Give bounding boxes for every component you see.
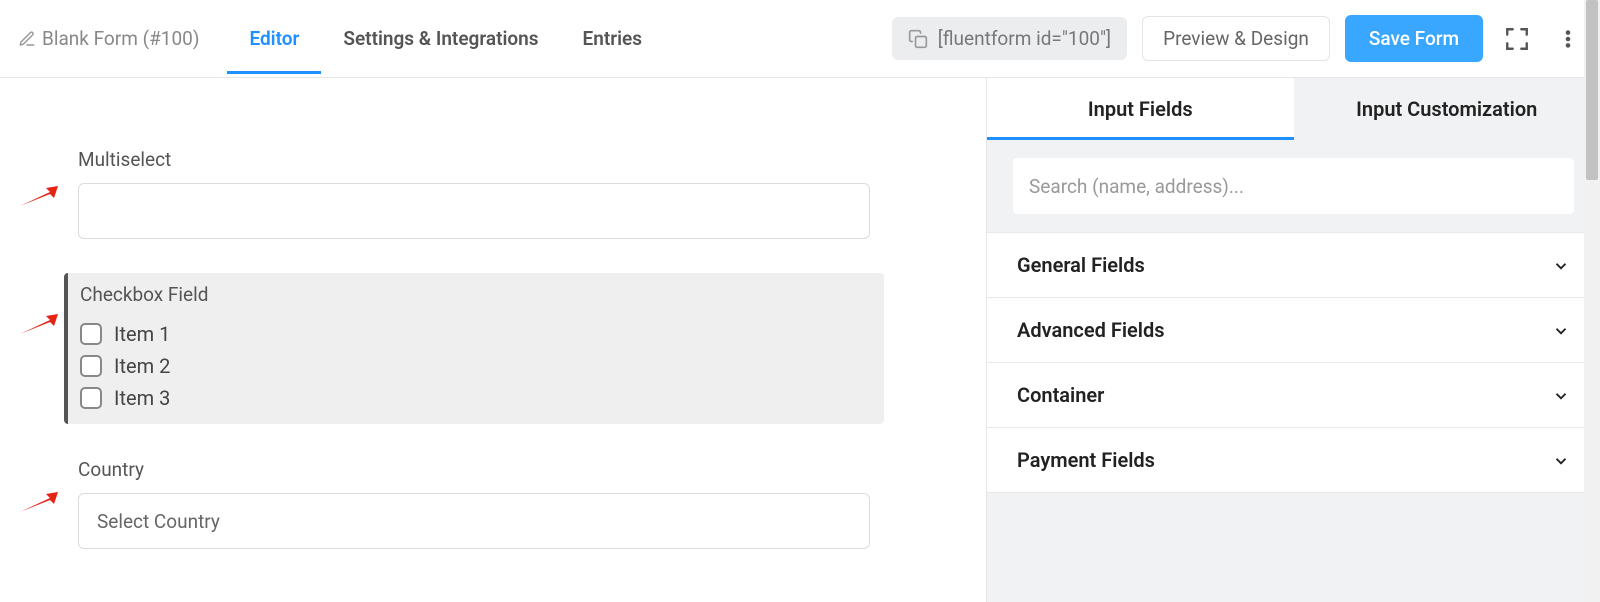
group-payment-fields[interactable]: Payment Fields	[987, 428, 1600, 493]
group-label: Advanced Fields	[1017, 318, 1165, 342]
scrollbar[interactable]	[1584, 0, 1600, 602]
sidebar-tab-input-fields[interactable]: Input Fields	[987, 78, 1294, 140]
form-canvas: Multiselect Checkbox Field Item 1 Item 2…	[0, 78, 986, 602]
checkbox-option[interactable]: Item 3	[80, 382, 870, 414]
field-label: Country	[78, 458, 870, 481]
shortcode-button[interactable]: [fluentform id="100"]	[892, 17, 1127, 60]
sidebar-tabs: Input Fields Input Customization	[987, 78, 1600, 140]
checkbox-option[interactable]: Item 2	[80, 350, 870, 382]
group-label: Payment Fields	[1017, 448, 1155, 472]
field-multiselect[interactable]: Multiselect	[64, 138, 884, 249]
group-label: General Fields	[1017, 253, 1145, 277]
chevron-down-icon	[1552, 256, 1570, 274]
tab-label: Editor	[249, 27, 299, 50]
field-label: Checkbox Field	[80, 283, 870, 306]
checkbox-box[interactable]	[80, 387, 102, 409]
group-label: Container	[1017, 383, 1104, 407]
shortcode-text: [fluentform id="100"]	[938, 27, 1111, 50]
multiselect-input[interactable]	[78, 183, 870, 239]
tab-settings-integrations[interactable]: Settings & Integrations	[321, 0, 560, 77]
country-select[interactable]: Select Country	[78, 493, 870, 549]
field-groups: General Fields Advanced Fields Container…	[987, 232, 1600, 493]
form-title[interactable]: Blank Form (#100)	[18, 27, 199, 50]
field-checkbox[interactable]: Checkbox Field Item 1 Item 2 Item 3	[64, 273, 884, 424]
stab-label: Input Customization	[1356, 97, 1537, 121]
fullscreen-button[interactable]	[1498, 20, 1536, 58]
annotation-arrow	[18, 314, 58, 336]
checkbox-option[interactable]: Item 1	[80, 318, 870, 350]
tab-entries[interactable]: Entries	[561, 0, 664, 77]
topbar-tabs: Editor Settings & Integrations Entries	[227, 0, 664, 77]
group-container[interactable]: Container	[987, 363, 1600, 428]
topbar-right: [fluentform id="100"] Preview & Design S…	[892, 15, 1585, 62]
topbar: Blank Form (#100) Editor Settings & Inte…	[0, 0, 1600, 78]
field-country[interactable]: Country Select Country	[64, 448, 884, 559]
select-placeholder: Select Country	[97, 510, 220, 533]
field-label: Multiselect	[78, 148, 870, 171]
chevron-down-icon	[1552, 321, 1570, 339]
more-options-button[interactable]	[1551, 22, 1585, 56]
copy-icon	[908, 29, 928, 49]
checkbox-label: Item 3	[114, 386, 170, 410]
annotation-arrow	[18, 492, 58, 514]
sidebar-search-wrap	[987, 140, 1600, 232]
scrollbar-thumb[interactable]	[1586, 0, 1598, 180]
sidebar-tab-input-customization[interactable]: Input Customization	[1294, 78, 1600, 140]
form-title-text: Blank Form (#100)	[42, 27, 199, 50]
stab-label: Input Fields	[1088, 97, 1193, 121]
main: Multiselect Checkbox Field Item 1 Item 2…	[0, 78, 1600, 602]
save-form-button[interactable]: Save Form	[1345, 15, 1483, 62]
sidebar-search-input[interactable]	[1013, 158, 1574, 214]
checkbox-box[interactable]	[80, 355, 102, 377]
checkbox-label: Item 1	[114, 322, 170, 346]
tab-label: Entries	[583, 27, 642, 50]
group-general-fields[interactable]: General Fields	[987, 233, 1600, 298]
annotation-arrow	[18, 186, 58, 208]
chevron-down-icon	[1552, 451, 1570, 469]
preview-design-button[interactable]: Preview & Design	[1142, 16, 1330, 61]
chevron-down-icon	[1552, 386, 1570, 404]
pencil-icon	[18, 30, 36, 48]
fullscreen-icon	[1504, 26, 1530, 52]
tab-label: Settings & Integrations	[343, 27, 538, 50]
tab-editor[interactable]: Editor	[227, 0, 321, 77]
checkbox-box[interactable]	[80, 323, 102, 345]
kebab-icon	[1557, 28, 1579, 50]
group-advanced-fields[interactable]: Advanced Fields	[987, 298, 1600, 363]
sidebar: Input Fields Input Customization General…	[986, 78, 1600, 602]
checkbox-label: Item 2	[114, 354, 170, 378]
